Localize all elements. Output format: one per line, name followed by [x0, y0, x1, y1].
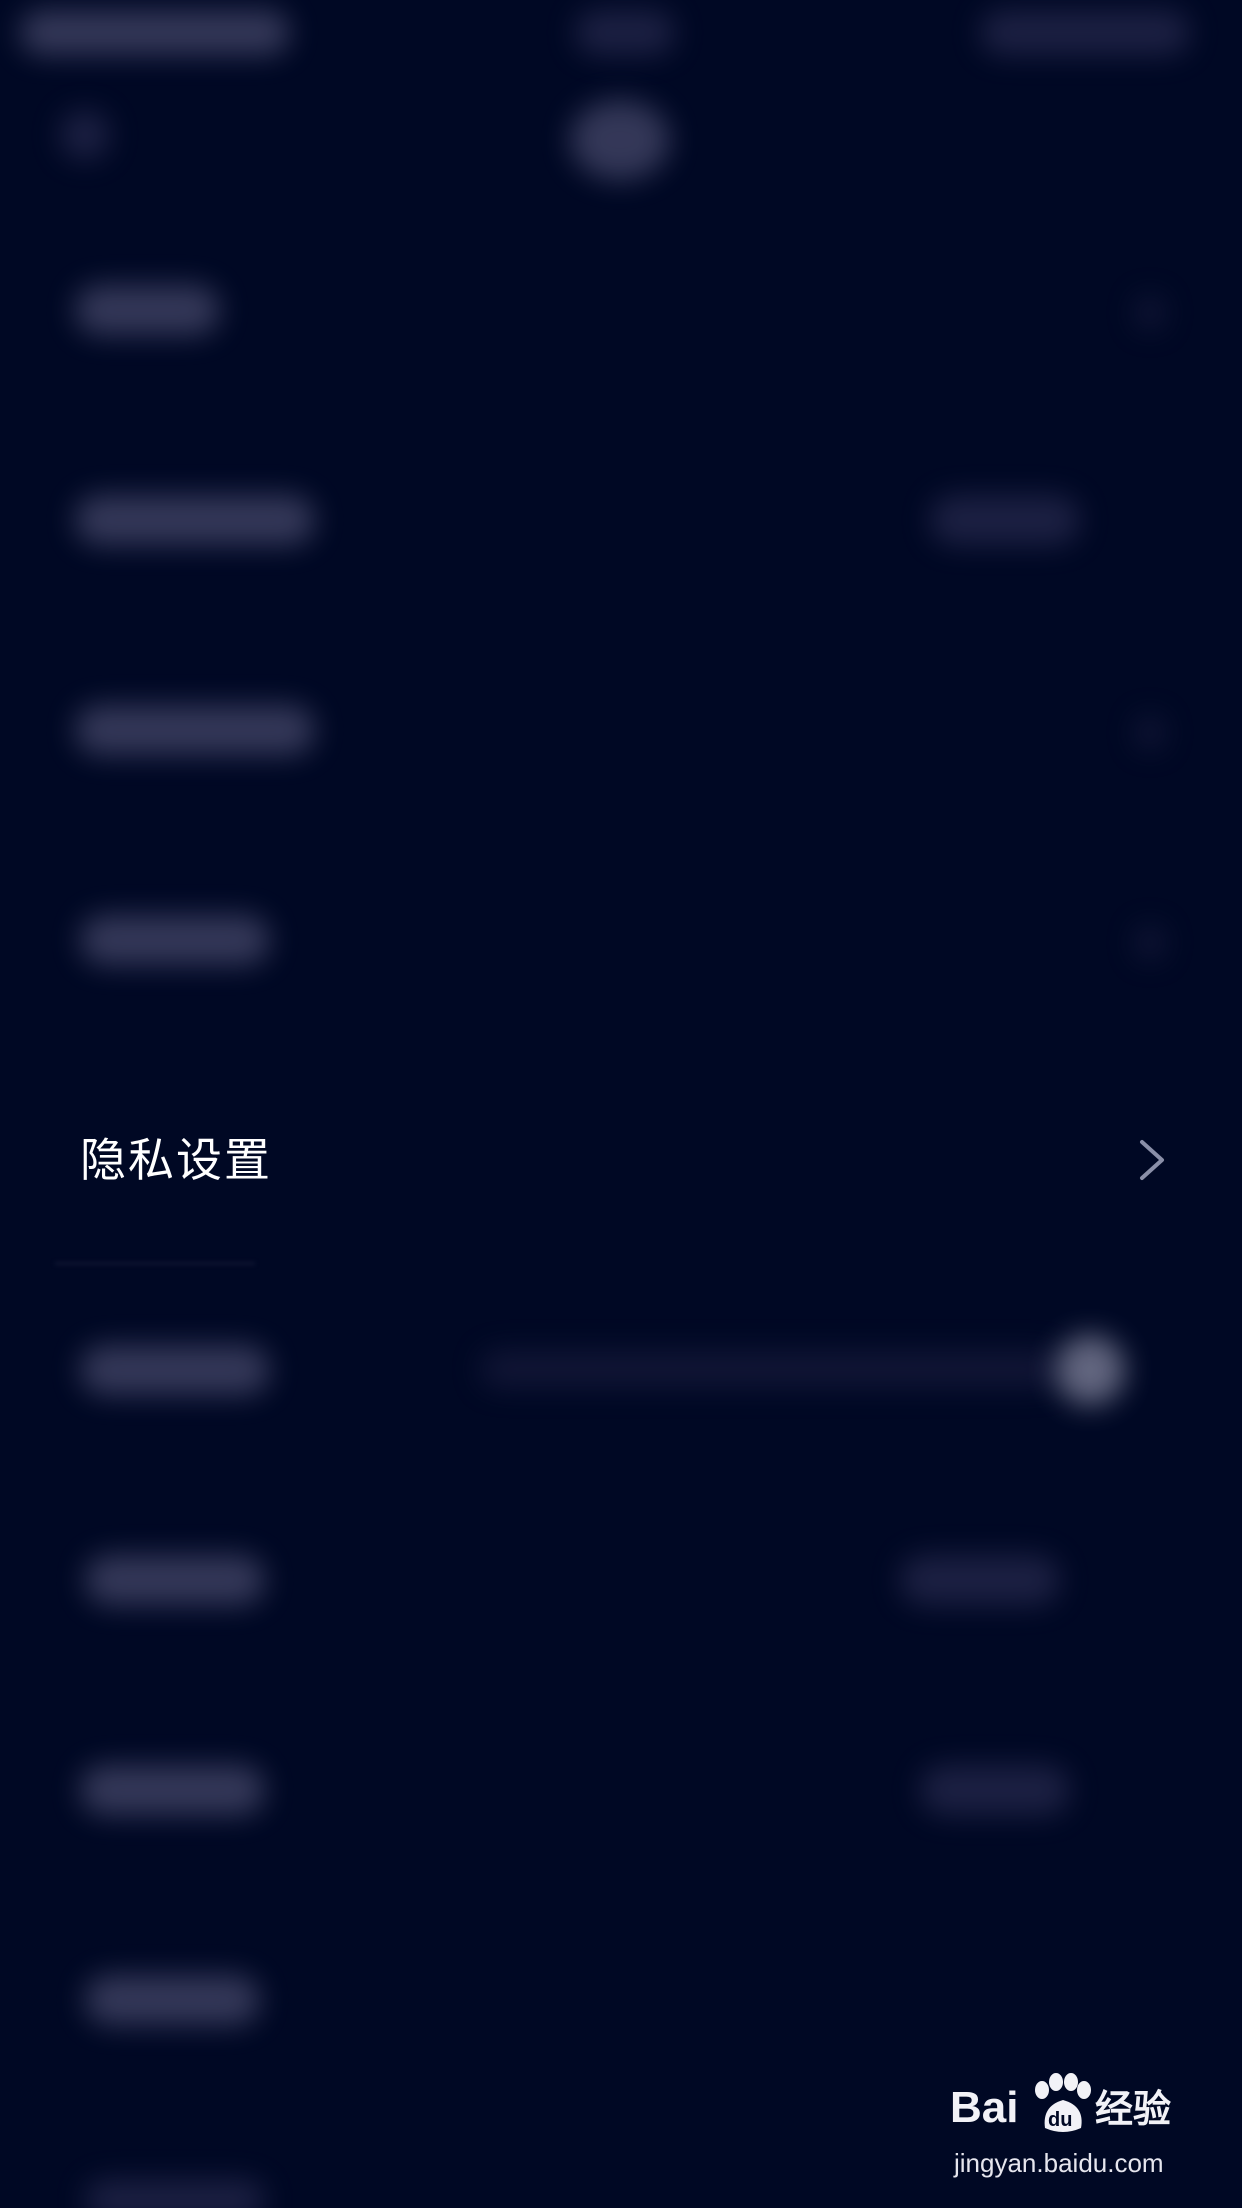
row-8-value-blur — [920, 1765, 1070, 1815]
row-4-label-blur[interactable] — [80, 915, 270, 965]
avatar-blur[interactable] — [570, 100, 670, 180]
row-6-slider-track-blur[interactable] — [480, 1350, 1060, 1388]
privacy-settings-label: 隐私设置 — [80, 1133, 272, 1187]
back-button-blur[interactable] — [60, 110, 110, 160]
row-2-value-blur — [930, 495, 1080, 545]
header-right-blur — [980, 10, 1190, 55]
privacy-settings-row[interactable]: 隐私设置 — [0, 1100, 1242, 1220]
row-9-label-blur[interactable] — [85, 1975, 260, 2025]
header-center-blur — [575, 10, 675, 55]
svg-text:du: du — [1048, 2109, 1072, 2131]
svg-text:Bai: Bai — [950, 2083, 1018, 2132]
row-1-chevron-blur — [1135, 295, 1165, 330]
row-6-label-blur[interactable] — [80, 1345, 270, 1395]
svg-text:经验: 经验 — [1095, 2087, 1171, 2131]
row-3-chevron-blur — [1135, 715, 1165, 750]
header-left-blur — [20, 10, 290, 55]
row-7-label-blur[interactable] — [85, 1555, 265, 1605]
row-7-value-blur — [900, 1555, 1060, 1605]
row-1-label-blur[interactable] — [75, 285, 220, 335]
row-divider — [55, 1262, 255, 1265]
chevron-right-icon — [1140, 1140, 1164, 1180]
row-6-slider-thumb-blur[interactable] — [1055, 1335, 1125, 1405]
settings-screen: 隐私设置 Bai du 经验 jingyan.baidu.com — [0, 0, 1242, 2208]
baidu-paw-logo: Bai du 经验 — [950, 2073, 1171, 2132]
baidu-jingyan-watermark: Bai du 经验 jingyan.baidu.com — [950, 2070, 1180, 2190]
row-4-chevron-blur — [1135, 925, 1165, 960]
watermark-url: jingyan.baidu.com — [954, 2148, 1164, 2178]
row-10-label-blur[interactable] — [85, 2180, 265, 2208]
row-2-label-blur[interactable] — [75, 495, 315, 545]
row-8-label-blur[interactable] — [80, 1765, 265, 1815]
row-3-label-blur[interactable] — [75, 705, 315, 755]
